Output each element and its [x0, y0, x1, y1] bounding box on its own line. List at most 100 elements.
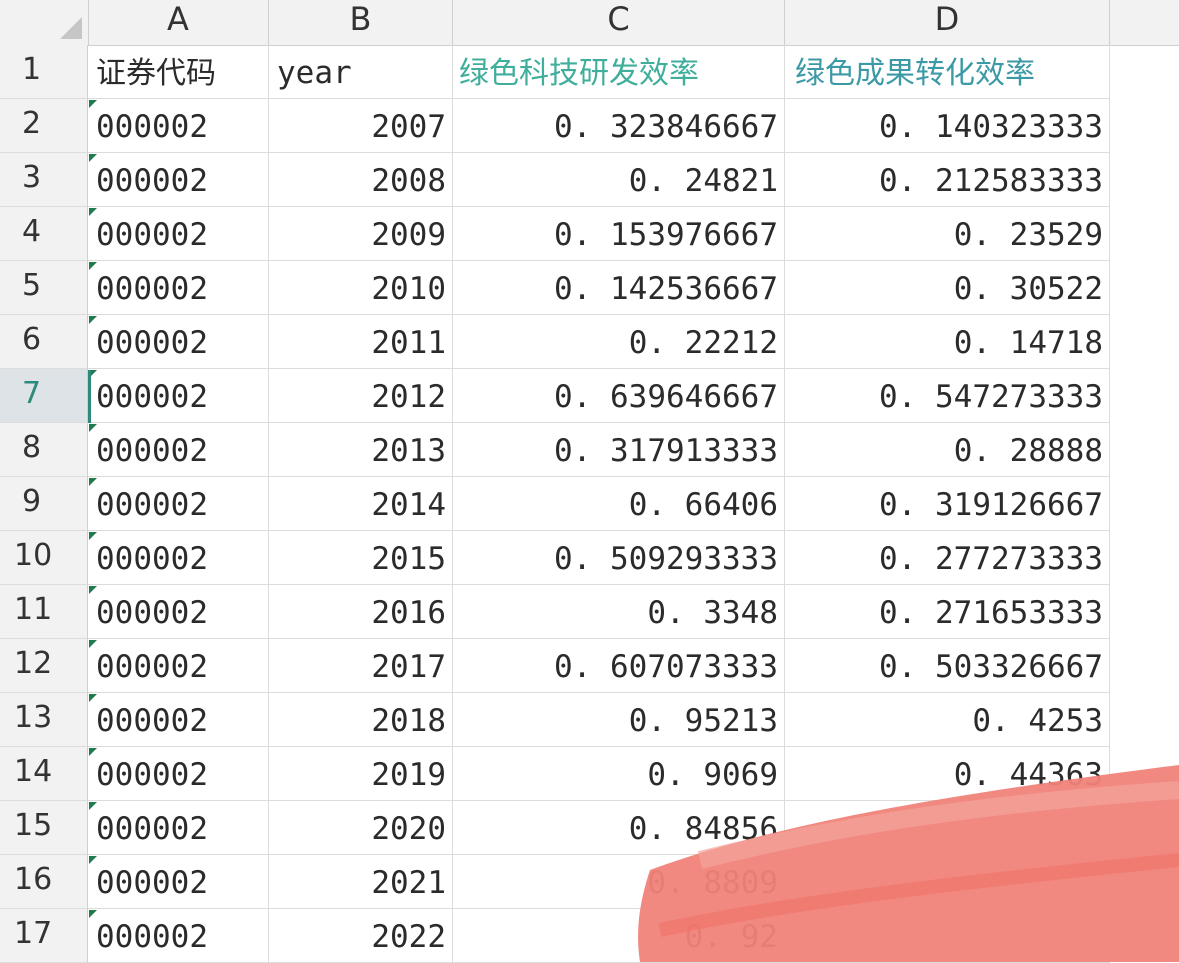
cell-c13[interactable]: 0. 95213	[453, 693, 785, 747]
row-header-13[interactable]: 13	[0, 693, 88, 747]
cell-b10[interactable]: 2015	[269, 531, 453, 585]
cell-value: 0. 317913333	[554, 433, 778, 469]
cell-value: 0. 142536667	[554, 271, 778, 307]
cell-a12[interactable]: 000002	[88, 639, 269, 693]
cell-b11[interactable]: 2016	[269, 585, 453, 639]
cell-d15[interactable]	[785, 801, 1110, 855]
row-header-1[interactable]: 1	[0, 45, 88, 99]
row-header-4[interactable]: 4	[0, 207, 88, 261]
cell-b16[interactable]: 2021	[269, 855, 453, 909]
cell-c17[interactable]: 0. 92	[453, 909, 785, 963]
row-header-10[interactable]: 10	[0, 531, 88, 585]
cell-c9[interactable]: 0. 66406	[453, 477, 785, 531]
column-header-a[interactable]: A	[88, 0, 269, 45]
cell-a6[interactable]: 000002	[88, 315, 269, 369]
cell-d5[interactable]: 0. 30522	[785, 261, 1110, 315]
cell-c4[interactable]: 0. 153976667	[453, 207, 785, 261]
cell-value: 000002	[96, 487, 208, 523]
row-header-2[interactable]: 2	[0, 99, 88, 153]
row-header-15[interactable]: 15	[0, 801, 88, 855]
cell-c14[interactable]: 0. 9069	[453, 747, 785, 801]
cell-c12[interactable]: 0. 607073333	[453, 639, 785, 693]
cell-b9[interactable]: 2014	[269, 477, 453, 531]
cell-d8[interactable]: 0. 28888	[785, 423, 1110, 477]
cell-a17[interactable]: 000002	[88, 909, 269, 963]
cell-b3[interactable]: 2008	[269, 153, 453, 207]
cell-c10[interactable]: 0. 509293333	[453, 531, 785, 585]
cell-value: 2018	[371, 703, 446, 739]
cell-a2[interactable]: 000002	[88, 99, 269, 153]
row-header-6[interactable]: 6	[0, 315, 88, 369]
cell-a10[interactable]: 000002	[88, 531, 269, 585]
cell-b4[interactable]: 2009	[269, 207, 453, 261]
cell-a7[interactable]: 000002	[88, 369, 269, 423]
text-number-warning-icon	[89, 802, 97, 810]
cell-a5[interactable]: 000002	[88, 261, 269, 315]
row-header-16[interactable]: 16	[0, 855, 88, 909]
cell-value: 0. 4253	[972, 703, 1103, 739]
cell-value: 000002	[96, 217, 208, 253]
cell-a16[interactable]: 000002	[88, 855, 269, 909]
cell-c3[interactable]: 0. 24821	[453, 153, 785, 207]
cell-a3[interactable]: 000002	[88, 153, 269, 207]
cell-c6[interactable]: 0. 22212	[453, 315, 785, 369]
select-all-button[interactable]	[0, 0, 89, 45]
cell-b1[interactable]: year	[269, 45, 453, 99]
row-header-7[interactable]: 7	[0, 369, 88, 423]
cell-c16[interactable]: 0. 8809	[453, 855, 785, 909]
cell-c7[interactable]: 0. 639646667	[453, 369, 785, 423]
cell-d16[interactable]	[785, 855, 1110, 909]
row-header-8[interactable]: 8	[0, 423, 88, 477]
cell-d9[interactable]: 0. 319126667	[785, 477, 1110, 531]
cell-b7[interactable]: 2012	[269, 369, 453, 423]
column-header-c[interactable]: C	[453, 0, 785, 45]
cell-value: 000002	[96, 325, 208, 361]
row-header-3[interactable]: 3	[0, 153, 88, 207]
cell-d3[interactable]: 0. 212583333	[785, 153, 1110, 207]
cell-c15[interactable]: 0. 84856	[453, 801, 785, 855]
cell-a15[interactable]: 000002	[88, 801, 269, 855]
row-header-17[interactable]: 17	[0, 909, 88, 963]
cell-d7[interactable]: 0. 547273333	[785, 369, 1110, 423]
cell-d13[interactable]: 0. 4253	[785, 693, 1110, 747]
cell-d10[interactable]: 0. 277273333	[785, 531, 1110, 585]
cell-b5[interactable]: 2010	[269, 261, 453, 315]
cell-b2[interactable]: 2007	[269, 99, 453, 153]
cell-b8[interactable]: 2013	[269, 423, 453, 477]
text-number-warning-icon	[89, 910, 97, 918]
column-header-b[interactable]: B	[269, 0, 453, 45]
cell-b15[interactable]: 2020	[269, 801, 453, 855]
row-header-5[interactable]: 5	[0, 261, 88, 315]
cell-a1[interactable]: 证券代码	[88, 45, 269, 99]
cell-b12[interactable]: 2017	[269, 639, 453, 693]
cell-a9[interactable]: 000002	[88, 477, 269, 531]
cell-b14[interactable]: 2019	[269, 747, 453, 801]
cell-c1[interactable]: 绿色科技研发效率	[453, 45, 785, 99]
cell-d12[interactable]: 0. 503326667	[785, 639, 1110, 693]
cell-b17[interactable]: 2022	[269, 909, 453, 963]
cell-a14[interactable]: 000002	[88, 747, 269, 801]
cell-d4[interactable]: 0. 23529	[785, 207, 1110, 261]
cell-a13[interactable]: 000002	[88, 693, 269, 747]
cell-value: 0. 8809	[647, 865, 778, 901]
cell-a11[interactable]: 000002	[88, 585, 269, 639]
row-header-11[interactable]: 11	[0, 585, 88, 639]
cell-c2[interactable]: 0. 323846667	[453, 99, 785, 153]
cell-d6[interactable]: 0. 14718	[785, 315, 1110, 369]
cell-a8[interactable]: 000002	[88, 423, 269, 477]
cell-d14[interactable]: 0. 44363	[785, 747, 1110, 801]
cell-c11[interactable]: 0. 3348	[453, 585, 785, 639]
row-header-14[interactable]: 14	[0, 747, 88, 801]
cell-d11[interactable]: 0. 271653333	[785, 585, 1110, 639]
cell-b13[interactable]: 2018	[269, 693, 453, 747]
cell-c5[interactable]: 0. 142536667	[453, 261, 785, 315]
column-header-d[interactable]: D	[785, 0, 1110, 45]
cell-d2[interactable]: 0. 140323333	[785, 99, 1110, 153]
cell-b6[interactable]: 2011	[269, 315, 453, 369]
cell-a4[interactable]: 000002	[88, 207, 269, 261]
cell-c8[interactable]: 0. 317913333	[453, 423, 785, 477]
cell-d17[interactable]	[785, 909, 1110, 963]
row-header-9[interactable]: 9	[0, 477, 88, 531]
row-header-12[interactable]: 12	[0, 639, 88, 693]
cell-d1[interactable]: 绿色成果转化效率	[785, 45, 1110, 99]
